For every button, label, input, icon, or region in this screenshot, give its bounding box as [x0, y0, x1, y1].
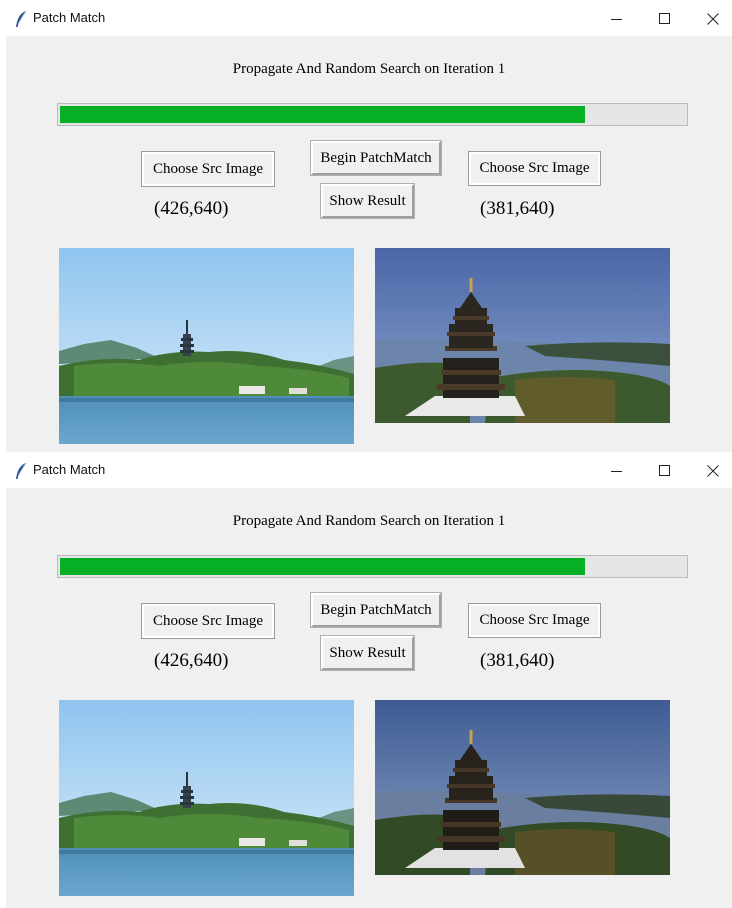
maximize-icon[interactable]: [645, 6, 685, 32]
title-bar[interactable]: Patch Match: [0, 452, 732, 488]
progress-bar-fill: [60, 558, 585, 575]
choose-src-image-right-button[interactable]: Choose Src Image: [468, 151, 601, 186]
show-result-button[interactable]: Show Result: [320, 635, 415, 671]
left-source-image: [59, 700, 354, 896]
right-image-dimensions: (381,640): [480, 650, 555, 671]
window-content: Propagate And Random Search on Iteration…: [6, 36, 732, 456]
left-source-image: [59, 248, 354, 444]
title-bar[interactable]: Patch Match: [0, 0, 732, 36]
status-label: Propagate And Random Search on Iteration…: [232, 61, 506, 77]
choose-src-image-left-button[interactable]: Choose Src Image: [141, 151, 275, 187]
feather-icon: [14, 10, 28, 28]
patch-match-window: Patch Match Propagate And Random Search …: [0, 452, 732, 908]
progress-bar: [57, 555, 688, 578]
window-content: Propagate And Random Search on Iteration…: [6, 488, 732, 908]
close-icon[interactable]: [693, 6, 732, 32]
patch-match-window: Patch Match Propagate And Random Search …: [0, 0, 732, 456]
show-result-button[interactable]: Show Result: [320, 183, 415, 219]
progress-bar: [57, 103, 688, 126]
feather-icon: [14, 462, 28, 480]
begin-patchmatch-button[interactable]: Begin PatchMatch: [310, 140, 442, 176]
right-image-dimensions: (381,640): [480, 198, 555, 219]
window-title: Patch Match: [33, 10, 106, 25]
begin-patchmatch-button[interactable]: Begin PatchMatch: [310, 592, 442, 628]
minimize-icon[interactable]: [597, 458, 637, 484]
right-result-image: [375, 700, 670, 875]
progress-bar-fill: [60, 106, 585, 123]
window-title: Patch Match: [33, 462, 106, 477]
minimize-icon[interactable]: [597, 6, 637, 32]
status-label: Propagate And Random Search on Iteration…: [232, 513, 506, 529]
close-icon[interactable]: [693, 458, 732, 484]
maximize-icon[interactable]: [645, 458, 685, 484]
left-image-dimensions: (426,640): [154, 650, 229, 671]
choose-src-image-left-button[interactable]: Choose Src Image: [141, 603, 275, 639]
right-source-image: [375, 248, 670, 423]
choose-src-image-right-button[interactable]: Choose Src Image: [468, 603, 601, 638]
left-image-dimensions: (426,640): [154, 198, 229, 219]
